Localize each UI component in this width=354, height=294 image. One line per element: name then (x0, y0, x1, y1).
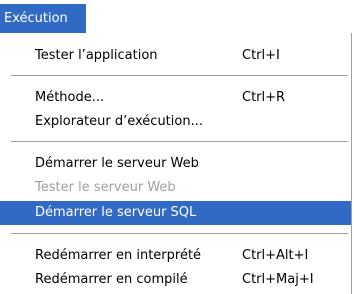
menu-item-methode[interactable]: Méthode... Ctrl+R (0, 86, 351, 110)
menu-item-label: Tester le serveur Web (35, 180, 176, 195)
menu-separator (11, 141, 348, 142)
menu-item-explorateur-execution[interactable]: Explorateur d’exécution... (0, 110, 351, 134)
menu-item-redemarrer-compile[interactable]: Redémarrer en compilé Ctrl+Maj+I (0, 268, 351, 292)
menu-item-label: Méthode... (35, 90, 105, 105)
menu-item-shortcut: Ctrl+I (242, 48, 280, 63)
menu-item-demarrer-serveur-web[interactable]: Démarrer le serveur Web (0, 152, 351, 176)
menu-item-label: Redémarrer en compilé (35, 272, 188, 287)
menu-item-shortcut: Ctrl+Alt+I (242, 248, 309, 263)
menu-item-label: Démarrer le serveur SQL (35, 205, 197, 220)
menu-item-label: Explorateur d’exécution... (35, 114, 203, 129)
execution-dropdown-menu: Tester l’application Ctrl+I Méthode... C… (0, 33, 352, 294)
menu-separator (11, 75, 348, 76)
menu-item-shortcut: Ctrl+Maj+I (242, 272, 314, 287)
menu-item-shortcut: Ctrl+R (242, 90, 286, 105)
menu-item-demarrer-serveur-sql[interactable]: Démarrer le serveur SQL (0, 201, 351, 225)
menu-execution[interactable]: Exécution (0, 4, 86, 33)
menu-item-redemarrer-interprete[interactable]: Redémarrer en interprété Ctrl+Alt+I (0, 244, 351, 268)
menu-item-label: Redémarrer en interprété (35, 248, 202, 263)
menu-bar: Exécution (0, 0, 354, 33)
menu-separator (11, 233, 348, 234)
menu-item-label: Tester l’application (35, 48, 158, 63)
menu-item-label: Démarrer le serveur Web (35, 156, 199, 171)
menu-item-tester-serveur-web: Tester le serveur Web (0, 176, 351, 200)
menu-item-tester-application[interactable]: Tester l’application Ctrl+I (0, 44, 351, 68)
